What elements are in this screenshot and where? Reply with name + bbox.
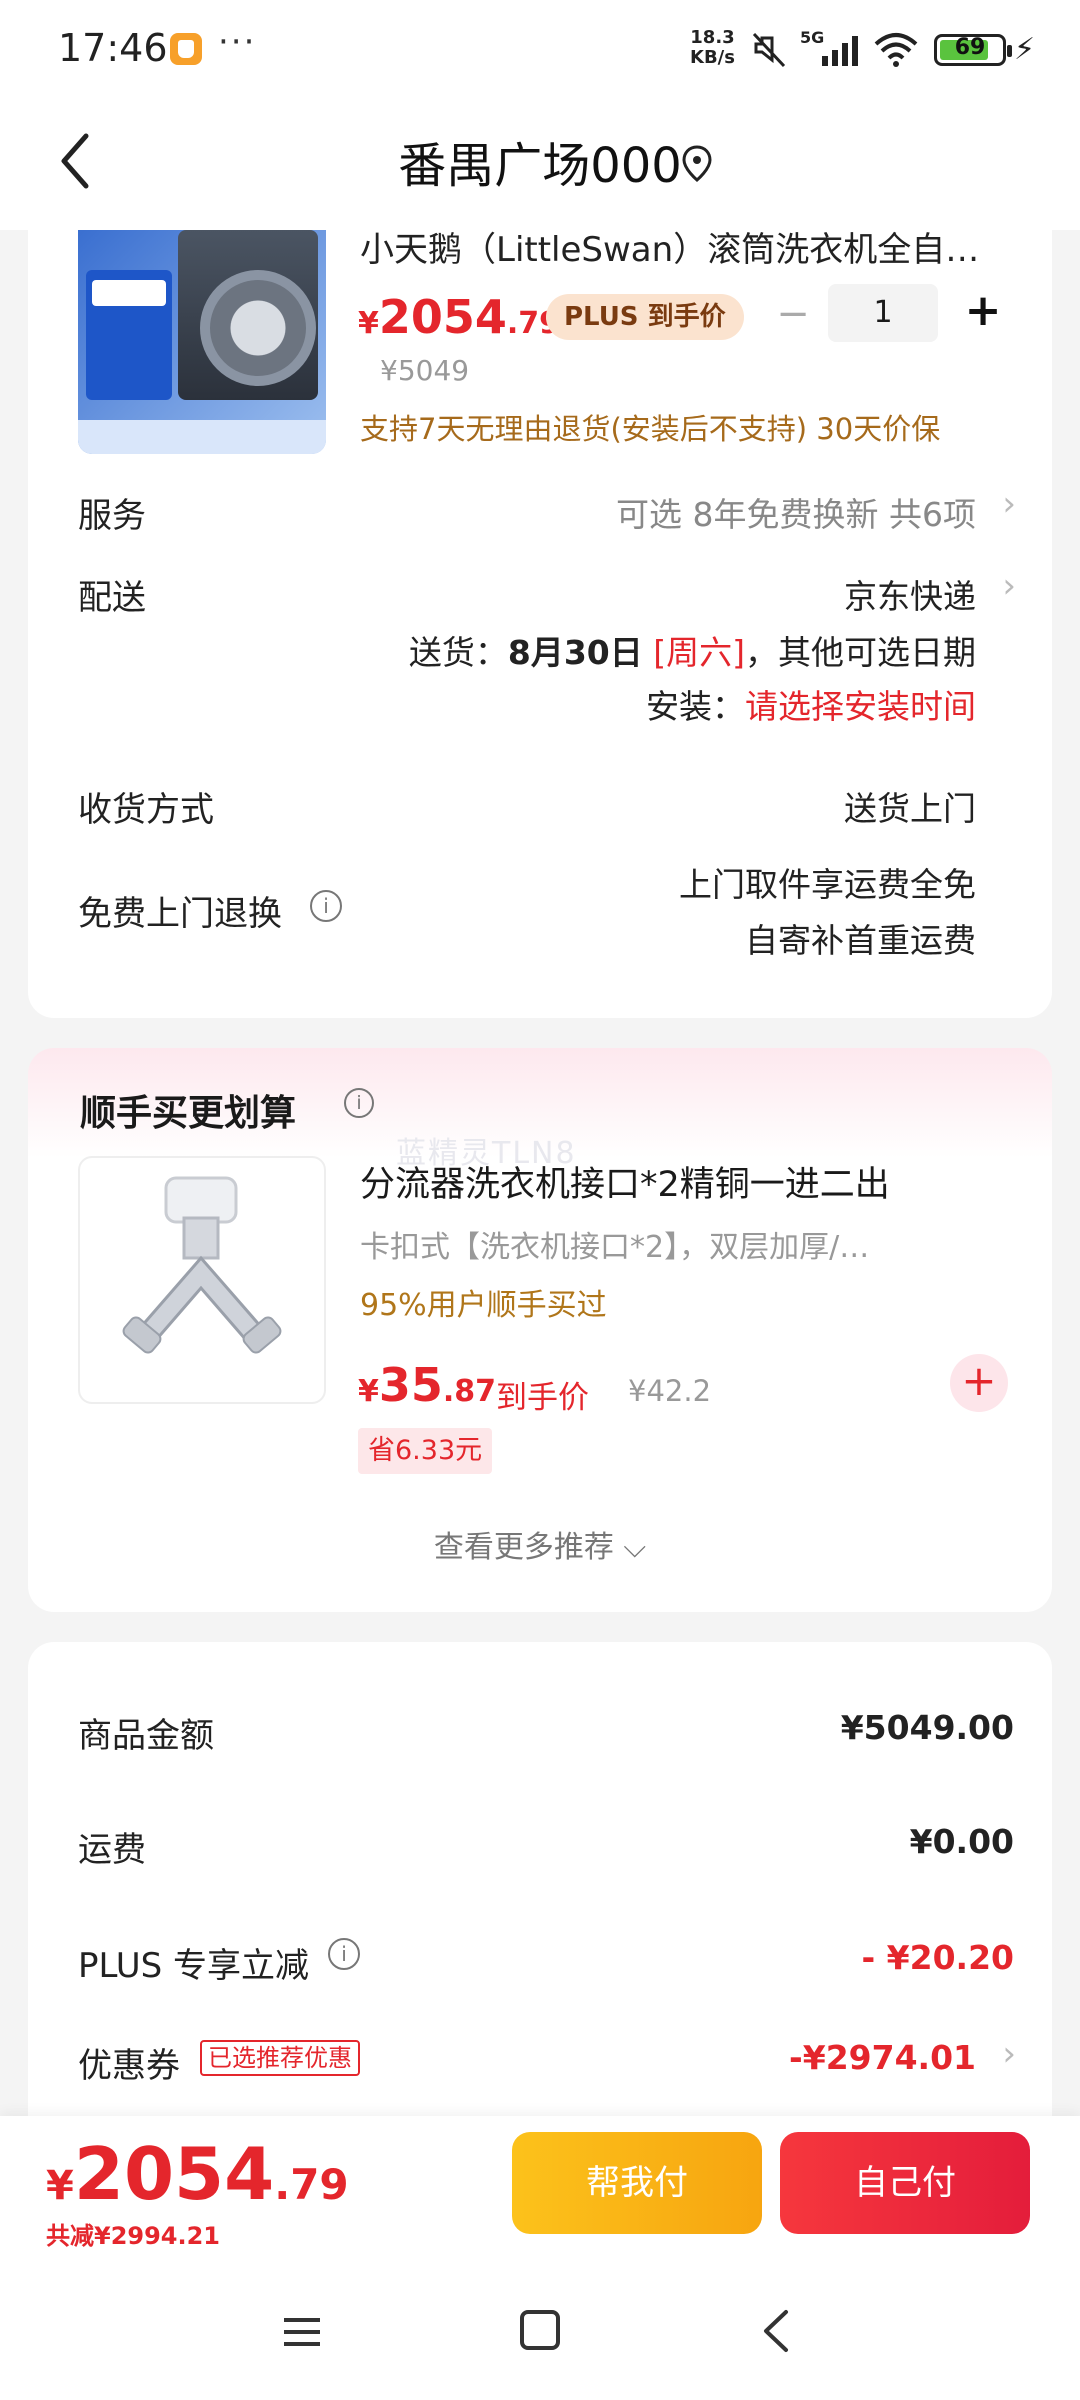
delivery-label: 配送 — [78, 578, 146, 618]
recommended-product-image[interactable] — [78, 1156, 326, 1404]
product-title[interactable]: 小天鹅（LittleSwan）滚筒洗衣机全自… — [360, 222, 979, 271]
help-me-pay-button[interactable]: 帮我付 — [512, 2132, 762, 2234]
chevron-right-icon[interactable]: › — [1002, 2034, 1016, 2074]
recommendation-card: 顺手买更划算 i 蓝精灵TLN8 分流器洗衣机接口*2精铜一进二出 卡扣式【洗衣… — [28, 1048, 1052, 1612]
charging-icon: ⚡ — [1014, 32, 1036, 67]
signal-icon — [822, 36, 858, 66]
coupon-recommended-tag: 已选推荐优惠 — [200, 2040, 360, 2076]
mute-icon — [752, 32, 786, 68]
network-speed: 18.3 KB/s — [690, 27, 735, 68]
more-notifications-icon: ··· — [218, 22, 257, 62]
app-notification-icon — [170, 33, 202, 65]
total-savings: 共减¥2994.21 — [46, 2222, 221, 2250]
savings-badge: 省6.33元 — [358, 1428, 493, 1474]
install-time[interactable]: 安装：请选择安装时间 — [646, 680, 976, 728]
info-icon[interactable]: i — [328, 1938, 360, 1970]
price-summary-card: 商品金额 ¥5049.00 运费 ¥0.00 PLUS 专享立减 i - ¥20… — [28, 1642, 1052, 2142]
status-bar: 17:46 ··· 18.3 KB/s 5G 69 ⚡ — [0, 0, 1080, 96]
final-price-label: 到手价 — [496, 1380, 589, 1416]
service-value[interactable]: 可选 8年免费换新 共6项 — [616, 488, 976, 536]
freight-value: ¥0.00 — [909, 1822, 1014, 1861]
freight-label: 运费 — [78, 1830, 146, 1870]
status-time: 17:46 — [58, 26, 168, 70]
delivery-date[interactable]: 送货：8月30日 [周六]，其他可选日期 — [409, 626, 976, 674]
chevron-right-icon[interactable]: › — [1002, 566, 1016, 606]
recent-apps-button[interactable] — [282, 2314, 322, 2350]
order-item-card: 小天鹅（LittleSwan）滚筒洗衣机全自… ¥2054.79 PLUS 到手… — [28, 230, 1052, 1018]
service-label: 服务 — [78, 496, 146, 536]
delivery-carrier[interactable]: 京东快递 — [844, 570, 976, 618]
recommended-product-desc: 卡扣式【洗衣机接口*2】，双层加厚/… — [360, 1230, 870, 1265]
return-policy-note: 支持7天无理由退货(安装后不支持) 30天价保 — [360, 412, 941, 446]
recommended-price: ¥35.87 — [358, 1358, 497, 1412]
info-icon[interactable]: i — [344, 1088, 374, 1118]
goods-amount-value: ¥5049.00 — [840, 1708, 1014, 1747]
select-install-time-link[interactable]: 请选择安装时间 — [745, 687, 976, 726]
recommendation-title: 顺手买更划算 — [80, 1093, 297, 1134]
battery-icon: 69 — [934, 34, 1012, 66]
wifi-icon — [874, 33, 918, 67]
quantity-decrease-button[interactable]: − — [768, 290, 818, 340]
receive-method-label: 收货方式 — [78, 790, 214, 830]
quantity-input[interactable]: 1 — [828, 284, 938, 342]
info-icon[interactable]: i — [310, 890, 342, 922]
pay-myself-button[interactable]: 自己付 — [780, 2132, 1030, 2234]
system-back-button[interactable] — [758, 2308, 794, 2354]
free-return-line1: 上门取件享运费全免 — [679, 865, 976, 904]
quantity-increase-button[interactable]: + — [958, 284, 1008, 340]
title-bar: 番禺广场000 — [0, 96, 1080, 230]
plus-discount-value: - ¥20.20 — [861, 1938, 1014, 1977]
recommended-original-price: ¥42.2 — [628, 1374, 712, 1408]
more-recommendations-link[interactable]: 查看更多推荐 ⌵ — [28, 1522, 1052, 1566]
plus-discount-label: PLUS 专享立减 — [78, 1946, 310, 1986]
goods-amount-label: 商品金额 — [78, 1716, 214, 1756]
valve-icon — [122, 1176, 282, 1354]
checkout-bar: ¥2054.79 共减¥2994.21 帮我付 自己付 — [0, 2116, 1080, 2400]
product-price: ¥2054.79 — [358, 290, 561, 344]
free-return-line2: 自寄补首重运费 — [745, 921, 976, 960]
coupon-label: 优惠券 — [78, 2046, 180, 2086]
free-return-label: 免费上门退换 — [78, 894, 282, 934]
add-to-order-button[interactable]: + — [950, 1354, 1008, 1412]
receive-method-value: 送货上门 — [844, 789, 976, 828]
recommended-product-name[interactable]: 分流器洗衣机接口*2精铜一进二出 — [360, 1156, 890, 1207]
location-pin-icon[interactable] — [680, 144, 714, 184]
total-price: ¥2054.79 — [46, 2132, 349, 2216]
coupon-value[interactable]: -¥2974.01 — [789, 2038, 976, 2077]
product-image[interactable] — [78, 230, 326, 454]
original-price: ¥5049 — [380, 354, 470, 387]
home-button[interactable] — [520, 2310, 560, 2350]
plus-price-badge: PLUS 到手价 — [546, 294, 744, 340]
bought-rate: 95%用户顺手买过 — [360, 1288, 607, 1323]
chevron-right-icon[interactable]: › — [1002, 484, 1016, 524]
page-title[interactable]: 番禺广场000 — [0, 126, 1080, 196]
